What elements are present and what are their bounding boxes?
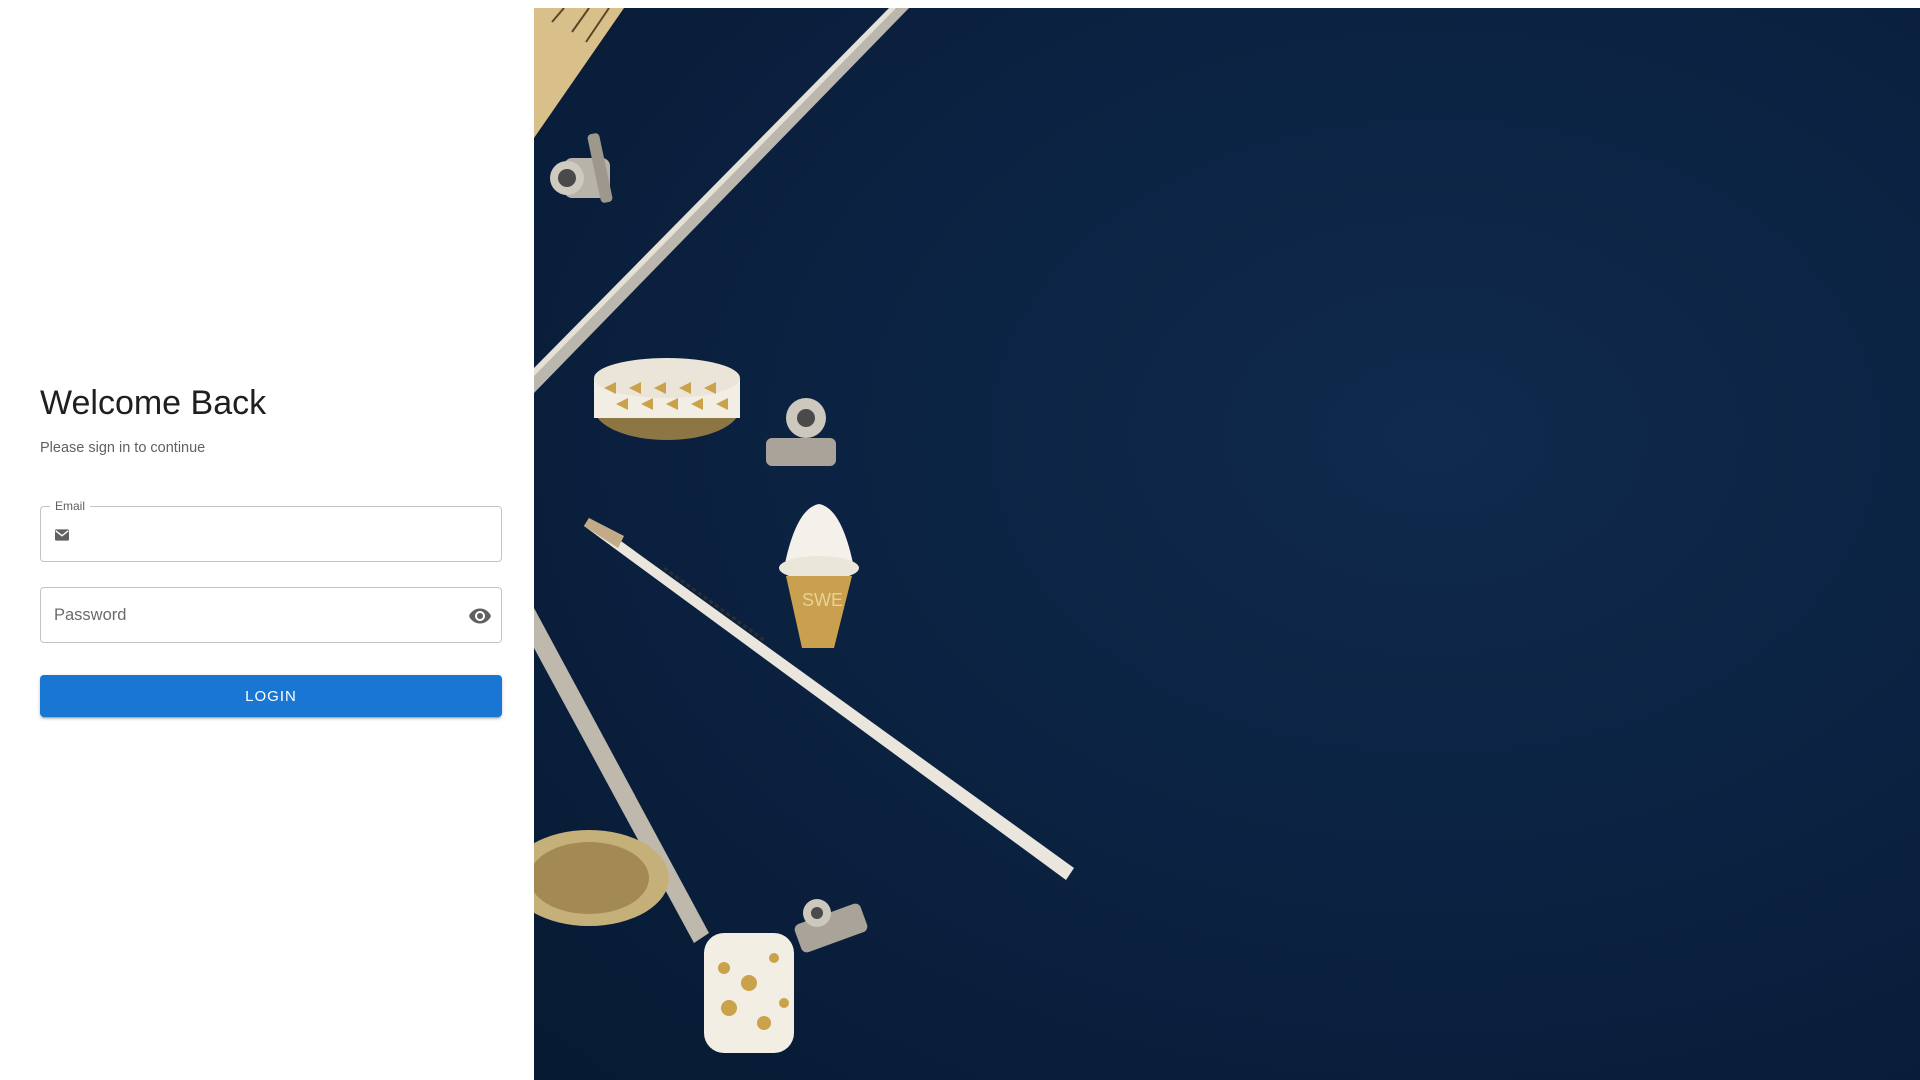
- ice-cream-graphic: SWE: [779, 504, 859, 648]
- clip-graphic: [766, 398, 836, 466]
- login-button[interactable]: LOGIN: [40, 675, 502, 717]
- page-title: Welcome Back: [40, 384, 267, 422]
- password-input[interactable]: [54, 588, 454, 642]
- ruler-graphic: [534, 8, 624, 138]
- clip-graphic: [550, 133, 613, 203]
- pencil-graphic: [534, 8, 909, 393]
- email-input[interactable]: [81, 507, 489, 561]
- mail-icon: [55, 529, 69, 541]
- clip-graphic: [794, 899, 868, 953]
- hero-image: SWE: [534, 8, 1920, 1080]
- tape-graphic: [594, 358, 740, 440]
- page-subtitle: Please sign in to continue: [40, 440, 206, 456]
- login-panel: Welcome Back Please sign in to continue …: [0, 0, 534, 1080]
- email-field[interactable]: Email: [40, 499, 502, 562]
- cone-text: SWE: [802, 590, 843, 610]
- stationery-photo: SWE: [534, 8, 1074, 1053]
- eye-icon[interactable]: [468, 604, 492, 628]
- password-field[interactable]: [40, 587, 502, 643]
- tape-graphic: [704, 933, 794, 1053]
- login-page: Welcome Back Please sign in to continue …: [0, 0, 1920, 1080]
